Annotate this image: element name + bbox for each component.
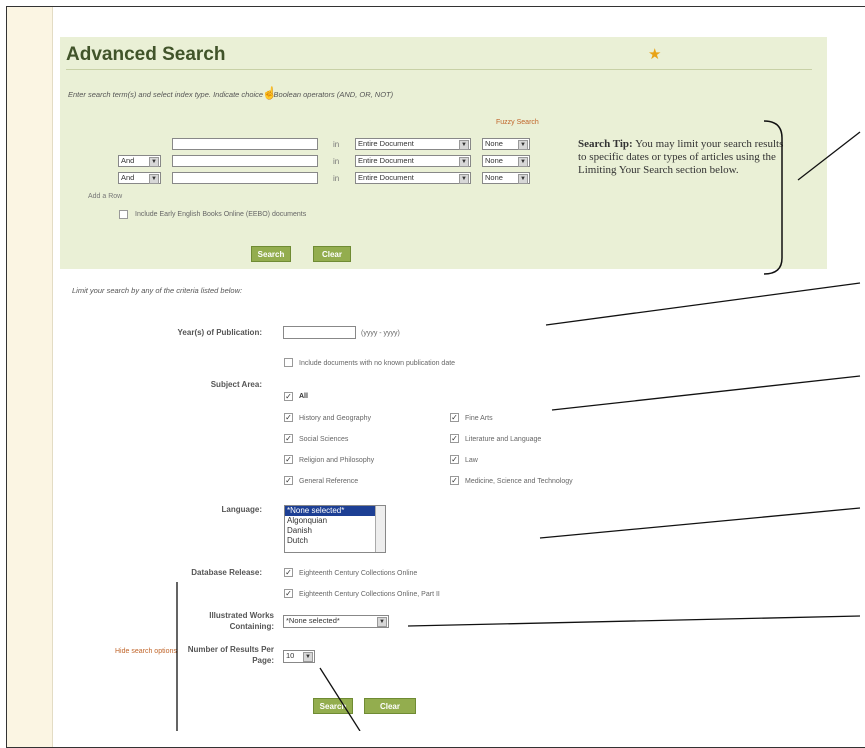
callout-line [797, 131, 861, 181]
callout-line [407, 615, 861, 627]
tip-bracket [763, 120, 783, 275]
callout-line [545, 282, 861, 326]
callout-line [539, 507, 861, 539]
callout-line [551, 375, 861, 411]
callout-line [319, 667, 361, 731]
callout-lines [176, 120, 861, 731]
